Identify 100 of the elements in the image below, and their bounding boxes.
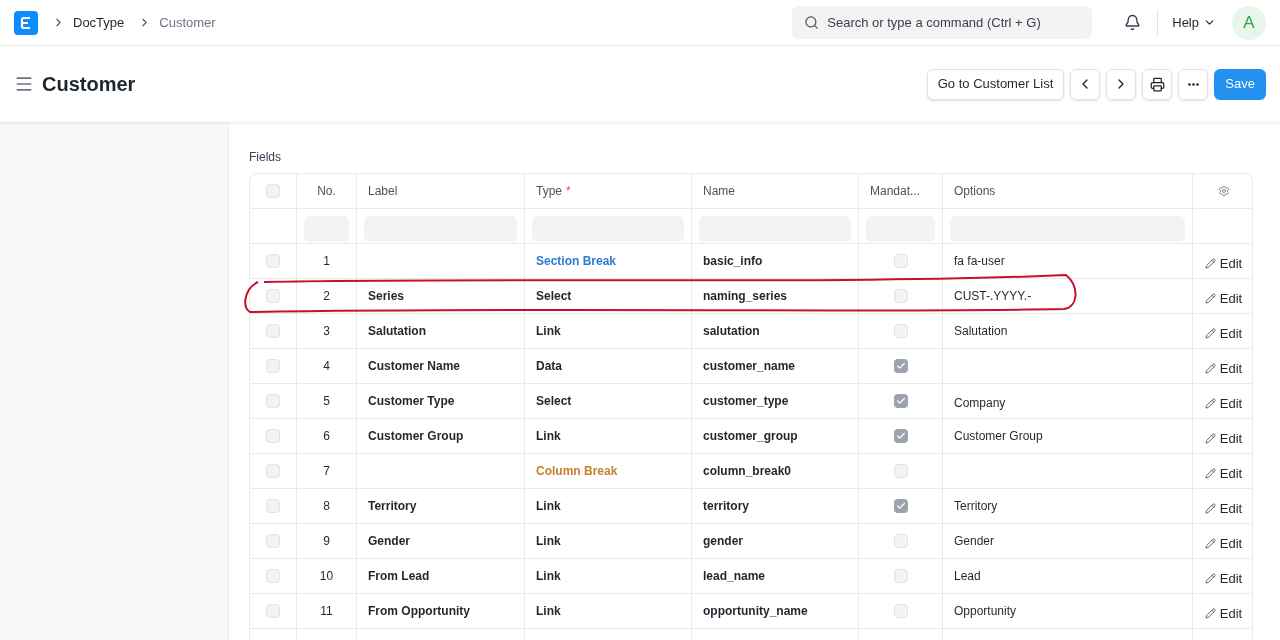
field-type: Link — [536, 498, 561, 515]
field-type: Select — [536, 393, 572, 410]
checkbox[interactable] — [266, 429, 280, 443]
field-type: Link — [536, 533, 561, 550]
field-options: Customer Group — [954, 427, 1043, 445]
checkbox[interactable] — [893, 394, 908, 408]
edit-button[interactable]: Edit — [1204, 253, 1243, 273]
field-name: lead_name — [703, 568, 766, 585]
row-number: 3 — [323, 323, 330, 340]
menu-icon[interactable] — [14, 74, 34, 94]
help-dropdown[interactable]: Help — [1172, 12, 1216, 33]
checkmark-icon — [895, 431, 906, 441]
search-icon — [804, 15, 820, 30]
pencil-icon — [1204, 502, 1216, 514]
required-mark: * — [566, 183, 571, 200]
field-type: Section Break — [536, 253, 617, 270]
pencil-icon — [1204, 467, 1216, 479]
row-number: 9 — [323, 533, 330, 550]
breadcrumb-link[interactable]: Customer — [159, 12, 216, 33]
field-type: Data — [536, 358, 562, 375]
field-name: basic_info — [703, 253, 763, 270]
pencil-icon — [1204, 327, 1216, 339]
edit-button[interactable]: Edit — [1204, 533, 1243, 553]
field-label: Gender — [368, 533, 410, 550]
column-header: Options — [954, 183, 996, 200]
print-button[interactable] — [1142, 68, 1173, 100]
edit-button[interactable]: Edit — [1204, 498, 1243, 518]
checkbox[interactable] — [893, 604, 908, 618]
checkmark-icon — [895, 396, 906, 406]
field-label: Customer Name — [368, 358, 461, 375]
checkbox[interactable] — [266, 534, 280, 548]
edit-button[interactable]: Edit — [1204, 428, 1243, 448]
pencil-icon — [1204, 572, 1216, 584]
edit-button[interactable]: Edit — [1204, 358, 1243, 378]
edit-button[interactable]: Edit — [1204, 393, 1243, 413]
checkbox[interactable] — [266, 499, 280, 513]
row-number: 6 — [323, 428, 330, 445]
row-number: 11 — [320, 603, 333, 620]
next-button[interactable] — [1106, 68, 1137, 100]
checkbox[interactable] — [893, 289, 908, 303]
checkbox[interactable] — [893, 359, 908, 373]
edit-button[interactable]: Edit — [1204, 568, 1243, 588]
checkbox[interactable] — [893, 254, 908, 268]
table-label: Fields — [249, 149, 282, 166]
previous-button[interactable] — [1070, 68, 1101, 100]
breadcrumb-link[interactable]: DocType — [73, 12, 125, 33]
edit-button[interactable]: Edit — [1204, 323, 1243, 343]
field-name: territory — [703, 498, 749, 515]
checkbox[interactable] — [266, 569, 280, 583]
app-logo-icon[interactable] — [14, 10, 38, 35]
column-header: Label — [368, 183, 398, 200]
go-to-list-button[interactable]: Go to Customer List — [926, 68, 1065, 100]
pencil-icon — [1204, 397, 1216, 409]
field-name: customer_type — [703, 393, 789, 410]
checkbox[interactable] — [266, 394, 280, 408]
checkbox[interactable] — [266, 464, 280, 478]
search-input[interactable]: Search or type a command (Ctrl + G) — [827, 12, 1081, 33]
field-label: From Opportunity — [368, 603, 470, 620]
field-type: Column Break — [536, 463, 618, 480]
field-type: Link — [536, 568, 561, 585]
pencil-icon — [1204, 362, 1216, 374]
field-name: column_break0 — [703, 463, 792, 480]
edit-button[interactable]: Edit — [1204, 603, 1243, 623]
checkbox[interactable] — [266, 184, 280, 198]
field-name: gender — [703, 533, 743, 550]
checkbox[interactable] — [266, 359, 280, 373]
search-field[interactable]: Search or type a command (Ctrl + G) — [792, 6, 1093, 39]
field-name: customer_group — [703, 428, 798, 445]
checkbox[interactable] — [893, 534, 908, 548]
checkbox[interactable] — [893, 324, 908, 338]
row-number: 7 — [323, 463, 330, 480]
field-options: Lead — [954, 567, 981, 585]
field-name: salutation — [703, 323, 760, 340]
checkbox[interactable] — [266, 324, 280, 338]
checkbox[interactable] — [266, 254, 280, 268]
checkbox[interactable] — [266, 604, 280, 618]
printer-icon — [1149, 76, 1165, 92]
more-options-button[interactable] — [1178, 68, 1209, 100]
field-options: fa fa-user — [954, 252, 1005, 270]
checkbox[interactable] — [893, 464, 908, 478]
field-name: opportunity_name — [703, 603, 808, 620]
notification-bell-icon[interactable] — [1124, 14, 1142, 31]
checkbox[interactable] — [893, 499, 908, 513]
checkbox[interactable] — [893, 429, 908, 443]
pencil-icon — [1204, 257, 1216, 269]
column-header: Name — [703, 183, 735, 200]
field-label: Territory — [368, 498, 417, 515]
checkbox[interactable] — [266, 289, 280, 303]
edit-button[interactable]: Edit — [1204, 463, 1243, 483]
row-number: 8 — [323, 498, 330, 515]
settings-icon[interactable] — [1217, 185, 1230, 197]
field-label: Salutation — [368, 323, 426, 340]
more-icon — [1187, 82, 1199, 86]
column-header: Type — [536, 183, 562, 200]
pencil-icon — [1204, 537, 1216, 549]
row-number: 4 — [323, 358, 330, 375]
field-label: Customer Group — [368, 428, 464, 445]
checkbox[interactable] — [893, 569, 908, 583]
field-options: Salutation — [954, 322, 1008, 340]
edit-button[interactable]: Edit — [1204, 288, 1243, 308]
